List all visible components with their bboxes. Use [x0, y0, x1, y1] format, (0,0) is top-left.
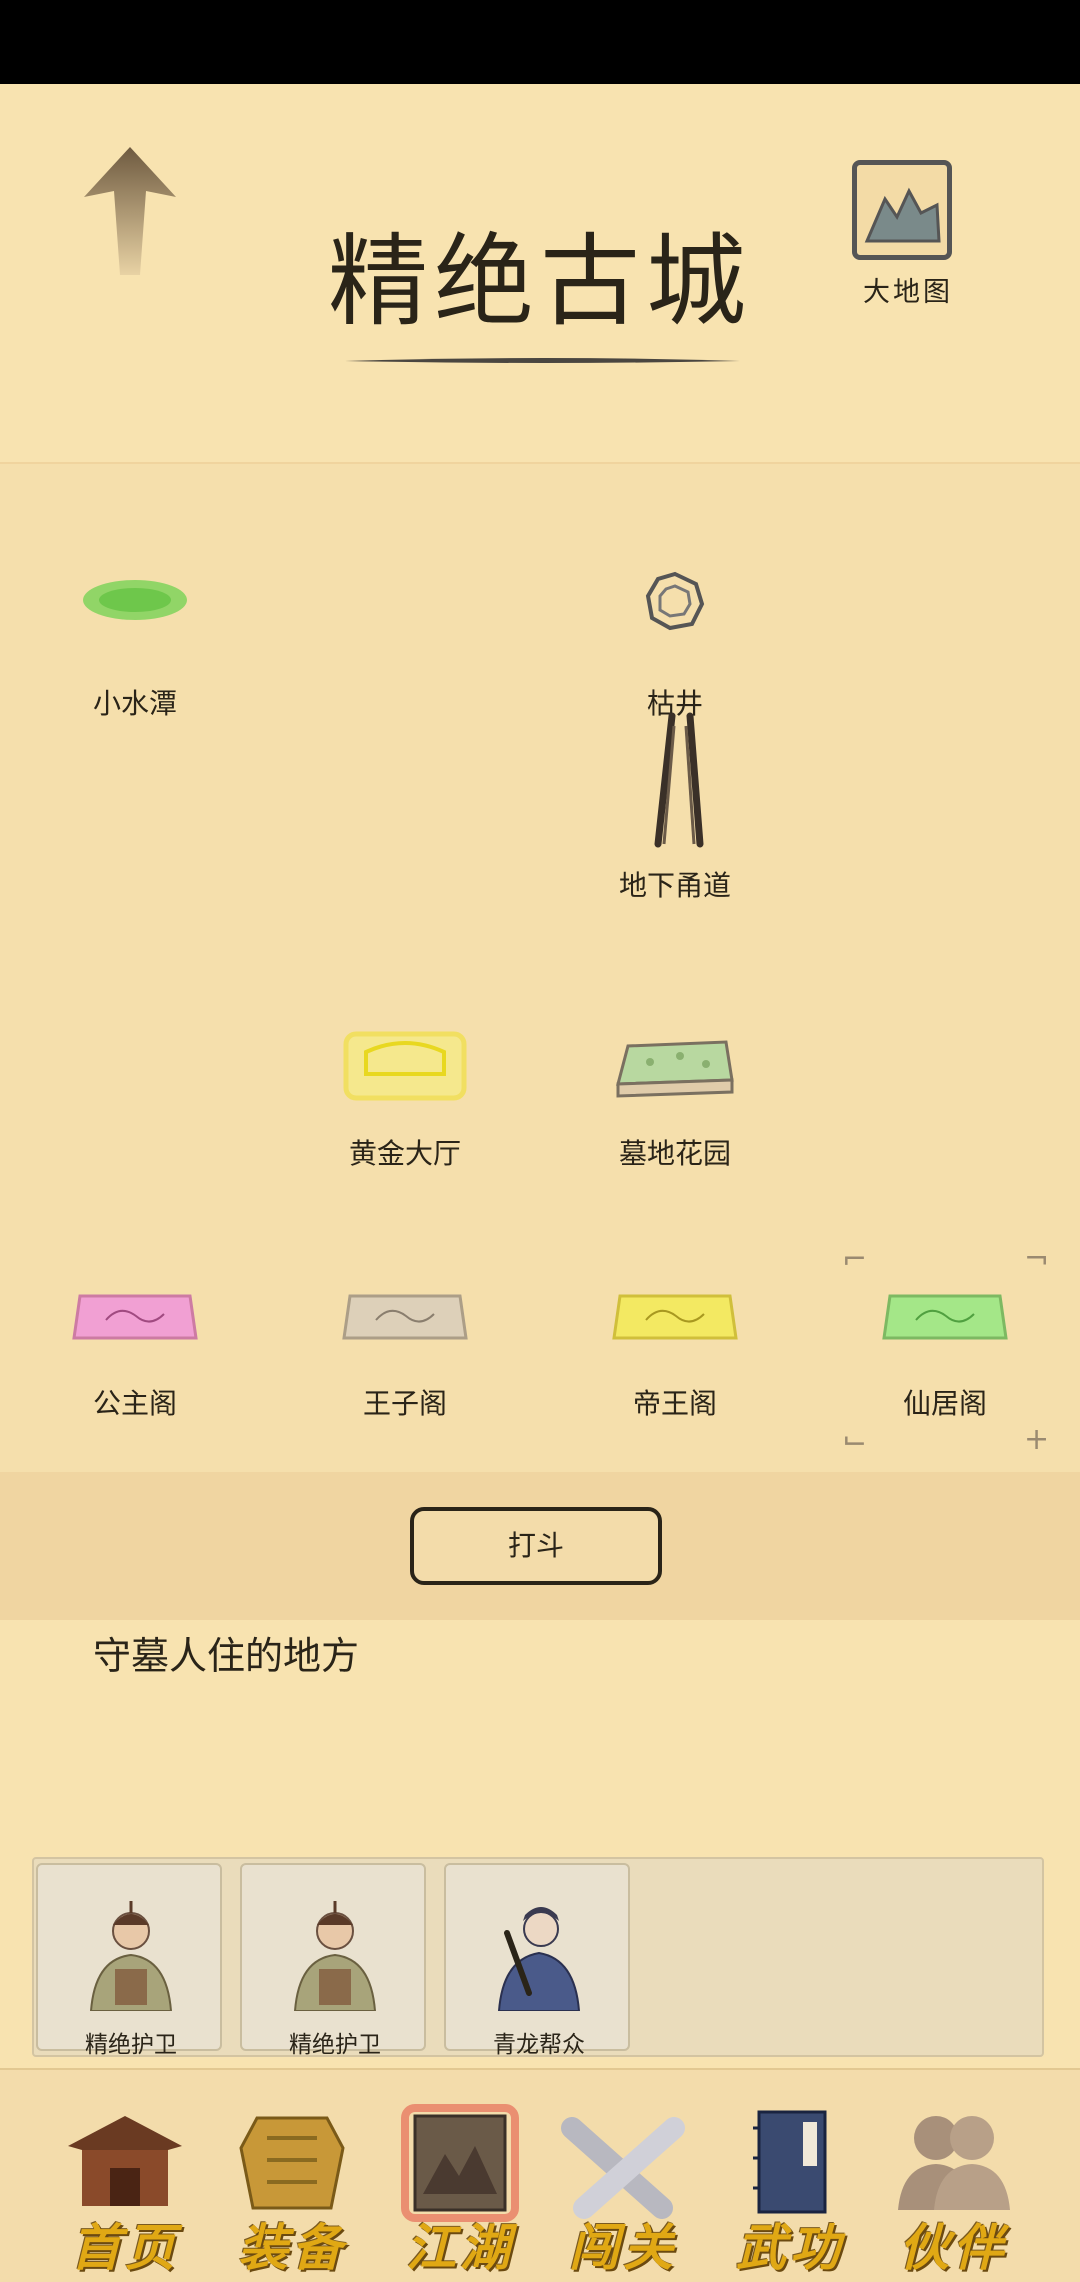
npc-card[interactable]: 青龙帮众 [444, 1863, 630, 2058]
location-label: 王子阁 [362, 1387, 447, 1420]
location-label: 仙居阁 [902, 1387, 987, 1420]
fight-button[interactable]: 打斗 [410, 1507, 662, 1585]
nav-label: 首页 [71, 2218, 179, 2277]
nav-label: 装备 [238, 2218, 346, 2277]
map-frame [852, 160, 952, 260]
npc-name: 青龙帮众 [493, 2032, 585, 2058]
nav-martial-arts[interactable]: 武功 [715, 2098, 865, 2277]
world-map-button[interactable]: 大地图 [848, 160, 968, 310]
pond-icon [83, 580, 187, 620]
location-golden-hall[interactable]: 黄金大厅 [270, 1014, 540, 1214]
nav-challenge[interactable]: 闯关 [548, 2098, 698, 2277]
location-label: 墓地花园 [618, 1137, 731, 1170]
location-cemetery-garden[interactable]: 墓地花园 [540, 1014, 810, 1214]
nav-jianghu[interactable]: 江湖 [385, 2098, 535, 2277]
tunnel-icon [654, 712, 704, 848]
gang-member-portrait [497, 1907, 581, 2011]
location-underground-tunnel[interactable]: 地下甬道 [540, 712, 810, 954]
selection-corner-bottom-right: + [1024, 1422, 1050, 1457]
mountain-icon [864, 187, 941, 243]
up-arrow-icon [84, 147, 176, 275]
guard-portrait [89, 1901, 173, 2011]
nav-label: 江湖 [406, 2218, 514, 2277]
immortal-pavilion-icon [882, 1294, 1008, 1340]
selection-corner-top-right: ¬ [1024, 1242, 1050, 1277]
location-label: 帝王阁 [632, 1387, 717, 1420]
location-label: 公主阁 [92, 1387, 177, 1420]
location-label: 黄金大厅 [348, 1137, 461, 1170]
emperor-pavilion-icon [612, 1294, 738, 1340]
location-emperor-pavilion[interactable]: 帝王阁 [540, 1264, 810, 1464]
npc-panel: 精绝护卫 精绝护卫 青龙帮众 [32, 1857, 1044, 2058]
back-arrow-button[interactable] [80, 145, 180, 280]
npc-card[interactable]: 精绝护卫 [36, 1863, 222, 2058]
nav-home[interactable]: 首页 [50, 2098, 200, 2277]
title-underline [345, 358, 740, 363]
nav-label: 武功 [736, 2218, 844, 2277]
selection-corner-top-left: ⌐ [842, 1242, 868, 1277]
location-description: 守墓人住的地方 [93, 1634, 360, 1678]
location-map: 小水潭 枯井 地下甬道 黄金大厅 墓地花园 公主阁 王子阁 帝王阁 仙居阁 ⌐ … [0, 462, 1080, 1474]
location-princess-pavilion[interactable]: 公主阁 [0, 1264, 270, 1464]
world-map-label: 大地图 [863, 277, 953, 308]
princess-pavilion-icon [72, 1294, 198, 1340]
nav-label: 伙伴 [899, 2218, 1007, 2277]
selection-corner-bottom-left: ⌙ [842, 1422, 868, 1457]
well-icon [645, 571, 705, 631]
npc-card[interactable]: 精绝护卫 [240, 1863, 426, 2058]
guard-portrait [293, 1901, 377, 2011]
nav-equipment[interactable]: 装备 [217, 2098, 367, 2277]
npc-name: 精绝护卫 [289, 2032, 381, 2058]
location-prince-pavilion[interactable]: 王子阁 [270, 1264, 540, 1464]
status-bar [0, 0, 1080, 84]
golden-hall-icon [343, 1031, 467, 1101]
location-small-pond[interactable]: 小水潭 [0, 564, 270, 764]
location-label: 地下甬道 [618, 869, 731, 902]
cemetery-garden-icon [616, 1040, 734, 1098]
bottom-nav: 首页 装备 江湖 闯关 武功 伙伴 [0, 2068, 1080, 2282]
nav-companions[interactable]: 伙伴 [878, 2098, 1028, 2277]
prince-pavilion-icon [342, 1294, 468, 1340]
npc-name: 精绝护卫 [85, 2032, 177, 2058]
page-title: 精绝古城 [328, 223, 752, 340]
location-label: 小水潭 [92, 687, 177, 720]
nav-label: 闯关 [569, 2218, 677, 2277]
